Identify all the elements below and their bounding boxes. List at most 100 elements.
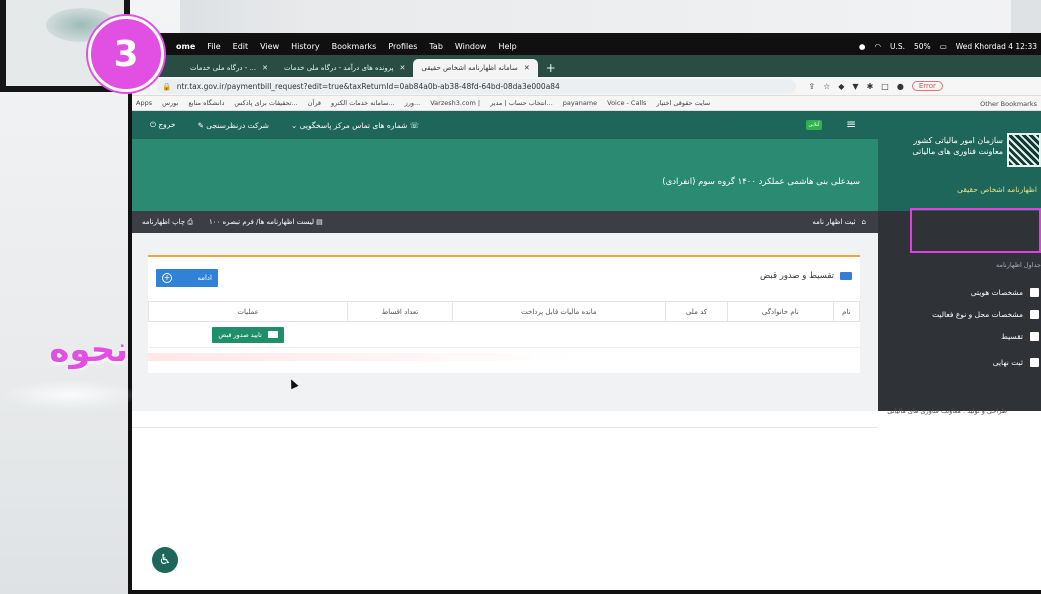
menu-help[interactable]: Help [498,42,516,51]
hamburger-icon[interactable]: ≡ [846,118,856,130]
survey-label: شرکت درنظرسنجی [206,120,269,130]
bookmark-other[interactable]: Other Bookmarks [974,96,1037,110]
new-tab-icon[interactable]: + [546,59,556,77]
installment-table: نام نام خانوادگی کد ملی مانده مالیات قاب… [147,301,861,348]
sidebar-item-label: مشخصات محل و نوع فعالیت [932,309,1023,319]
bookmark-4[interactable]: تحقیقات برای پادکس... [234,99,297,107]
close-icon[interactable]: ✕ [262,64,268,72]
tab-1-label: درگاه ملی خدمات - ... [190,64,257,72]
taxpayer-title: سیدعلی بنی هاشمی عملکرد ۱۴۰۰ گروه سوم (ا… [662,177,860,187]
wifi-icon[interactable]: ◠ [874,42,881,51]
menu-history[interactable]: History [291,42,319,51]
survey-link[interactable]: ✎ شرکت درنظرسنجی [198,121,269,130]
share-icon[interactable]: ⇪ [808,82,815,91]
list-link[interactable]: لیست اظهارنامه ها/ فرم تبصره ۱۰۰ ▤ [209,218,323,226]
star-icon[interactable]: ☆ [823,82,830,91]
sidebar-item-activity[interactable]: مشخصات محل و نوع فعالیت [878,303,1041,325]
close-icon[interactable]: ✕ [524,64,530,72]
menu-view[interactable]: View [260,42,279,51]
sidebar-item-label: تقسیط [1001,331,1023,341]
lock-icon: 🔒 [162,81,172,91]
profile-icon[interactable]: ● [897,82,904,91]
bookmark-9[interactable]: انتخاب حساب | مدیر... [490,99,553,107]
col-actions: عملیات [147,301,349,322]
print-link[interactable]: چاپ اظهارنامه ⎙ [142,218,193,227]
tab-3-label: سامانه اظهارنامه اشخاص حقیقی [421,64,518,72]
menu-window[interactable]: Window [455,42,487,51]
browser-window: ome File Edit View History Bookmarks Pro… [128,33,1041,594]
address-bar: ↻ 🔒ntr.tax.gov.ir/paymentbill_request?ed… [132,77,1041,96]
installment-panel: تقسیط و صدور قبض + ادامه نام نام خانوادگی… [147,255,861,373]
url-text: ntr.tax.gov.ir/paymentbill_request?edit=… [176,81,560,91]
menu-bookmarks[interactable]: Bookmarks [332,42,377,51]
breadcrumb-home[interactable]: ⌂ ثبت اظهار نامه [812,211,866,233]
chevron-down-icon: ⌄ [290,120,300,130]
col-last-name: نام خانوادگی [726,301,834,322]
menu-app[interactable]: ome [176,42,195,51]
menu-edit[interactable]: Edit [233,42,249,51]
exit-link[interactable]: ⏻ خروج [150,120,176,130]
cell-actions: تایید صدور قبض [148,321,348,348]
breadcrumb-actions: چاپ اظهارنامه ⎙ لیست اظهارنامه ها/ فرم ت… [142,211,323,233]
bookmark-5[interactable]: قرآن [308,99,321,107]
sidebar-item-identity[interactable]: مشخصات هویتی [878,281,1041,303]
record-icon[interactable]: ● [859,42,866,51]
continue-button[interactable]: + ادامه [156,269,218,287]
sidebar-item-label: ثبت نهایی [992,357,1023,367]
brand-header: سازمان امور مالیاتی کشور معاونت فناوری ه… [878,111,1041,211]
phones-link[interactable]: ⌄ شماره های تماس مرکز پاسخگویی ☏ [291,121,419,130]
tab-3[interactable]: سامانه اظهارنامه اشخاص حقیقی ✕ [413,59,538,77]
plus-circle-icon: + [162,273,172,283]
bookmark-7[interactable]: ورز... [405,99,421,107]
bookmark-8[interactable]: Varzesh3.com | [430,99,480,107]
main-content: تقسیط و صدور قبض + ادامه نام نام خانوادگی… [132,233,878,411]
continue-label: ادامه [197,274,212,282]
divider [132,427,878,428]
sidebar-item-installments[interactable]: تقسیط [878,325,1041,347]
bookmark-10[interactable]: payaname [563,99,597,107]
highlight-box [910,208,1041,253]
hero-banner: سیدعلی بنی هاشمی عملکرد ۱۴۰۰ گروه سوم (ا… [132,139,878,211]
tab-2[interactable]: پرونده های درآمد - درگاه ملی خدمات ✕ [276,59,413,77]
menu-profiles[interactable]: Profiles [388,42,417,51]
confirm-bill-label: تایید صدور قبض [218,330,262,339]
bookmark-12[interactable]: سایت حقوقی اختیار [656,99,710,107]
shield-icon[interactable]: ▼ [852,82,858,91]
building-icon [1030,309,1039,319]
table-row: تایید صدور قبض [148,321,860,348]
bookmark-6[interactable]: سامانه خدمات الکترو... [331,99,395,107]
cell-last-name [727,321,834,348]
bookmark-2[interactable]: بورس [162,99,178,107]
cell-national-code [665,321,728,348]
bookmarks-bar: Apps بورس دانشگاه منابع تحقیقات برای پاد… [132,96,1041,111]
sidebar-icon[interactable]: □ [881,82,889,91]
puzzle-icon[interactable]: ✱ [867,82,874,91]
clock[interactable]: Wed Khordad 4 12:33 [956,42,1037,51]
extension-icon[interactable]: ◆ [838,82,844,91]
menu-file[interactable]: File [207,42,220,51]
bookmark-11[interactable]: Voice - Calls [607,99,646,107]
brand-line-2: معاونت فناوری های مالیاتی [912,147,1003,156]
battery-icon[interactable]: ▭ [940,42,947,51]
battery-percent[interactable]: 50% [914,42,931,51]
confirm-bill-button[interactable]: تایید صدور قبض [212,326,284,343]
printer-icon: ⎙ [185,217,193,226]
url-field[interactable]: 🔒 ntr.tax.gov.ir/paymentbill_request?edit… [156,78,797,94]
input-source[interactable]: U.S. [890,42,905,51]
error-badge[interactable]: Error [911,81,943,91]
phones-label: شماره های تماس مرکز پاسخگویی [299,120,408,130]
bookmark-apps[interactable]: Apps [136,99,152,107]
close-icon[interactable]: ✕ [400,64,406,72]
credit-card-icon [840,272,852,280]
cell-first-name [833,321,860,348]
accessibility-icon[interactable]: ♿ [152,547,178,573]
tab-1[interactable]: درگاه ملی خدمات - ... ✕ [182,59,276,77]
tax-org-logo [1007,133,1041,167]
col-remaining-tax: مانده مالیات قابل پرداخت [451,301,667,322]
sidebar-item-final[interactable]: ثبت نهایی [878,351,1041,373]
col-national-code: کد ملی [665,301,728,322]
step-number-badge: 3 [88,16,164,92]
bookmark-3[interactable]: دانشگاه منابع [188,99,224,107]
breadcrumb: ⌂ ثبت اظهار نامه چاپ اظهارنامه ⎙ لیست اظه… [132,211,878,233]
menu-tab[interactable]: Tab [429,42,443,51]
